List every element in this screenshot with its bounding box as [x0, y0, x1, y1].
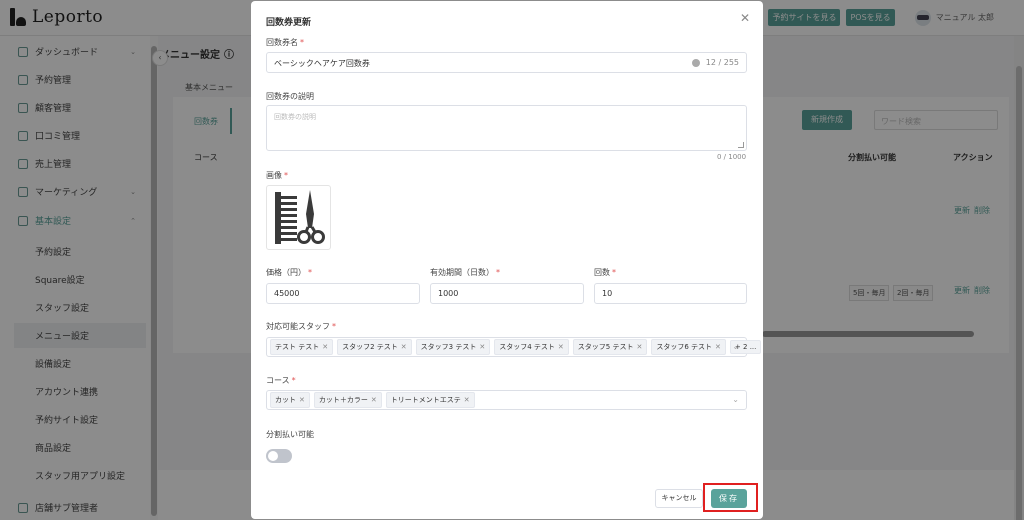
chevron-down-icon: ⌄ [732, 395, 739, 404]
image-label: 画像 * [266, 171, 288, 180]
staff-label: 対応可能スタッフ * [266, 322, 336, 331]
staff-tag: テスト テスト ✕ [270, 339, 334, 355]
tag-close-icon[interactable]: ✕ [464, 396, 470, 404]
course-tag: カット ✕ [270, 392, 310, 408]
ticket-name-input[interactable]: ベーシックヘアケア回数券 12 / 255 [266, 52, 747, 73]
count-label: 回数 * [594, 268, 616, 277]
course-multiselect[interactable]: カット ✕ カット＋カラー ✕ トリートメントエステ ✕ ⌄ [266, 390, 747, 410]
staff-multiselect[interactable]: テスト テスト ✕ スタッフ2 テスト ✕ スタッフ3 テスト ✕ スタッフ4 テスト… [266, 337, 762, 357]
dialog-title: 回数券更新 [266, 18, 312, 28]
tag-close-icon[interactable]: ✕ [322, 343, 328, 351]
staff-tag: スタッフ3 テスト ✕ [415, 339, 491, 355]
staff-tag: スタッフ6 テスト ✕ [651, 339, 726, 355]
tag-close-icon[interactable]: ✕ [371, 396, 377, 404]
staff-tag: スタッフ2 テスト ✕ [337, 339, 412, 355]
save-button[interactable]: 保存 [711, 489, 747, 508]
price-label: 価格（円） * [266, 268, 312, 277]
staff-tag: スタッフ4 テスト ✕ [494, 339, 569, 355]
course-label: コース * [266, 376, 296, 385]
description-placeholder: 回数券の説明 [274, 113, 316, 121]
installment-toggle[interactable] [266, 449, 292, 463]
clear-icon[interactable] [692, 59, 700, 67]
image-upload[interactable] [266, 185, 331, 250]
ticket-name-value: ベーシックヘアケア回数券 [274, 59, 370, 68]
tag-close-icon[interactable]: ✕ [558, 343, 564, 351]
resize-handle-icon[interactable] [738, 142, 744, 148]
description-char-counter: 0 / 1000 [717, 153, 747, 161]
installment-label: 分割払い可能 [266, 430, 314, 439]
cancel-button[interactable]: キャンセル [655, 489, 703, 508]
close-icon[interactable]: ✕ [740, 11, 750, 25]
tag-close-icon[interactable]: ✕ [299, 396, 305, 404]
ticket-update-dialog: 回数券更新 ✕ 回数券名 * ベーシックヘアケア回数券 12 / 255 回数券の… [251, 1, 763, 519]
validity-period-input[interactable]: 1000 [430, 283, 584, 304]
tag-close-icon[interactable]: ✕ [401, 343, 407, 351]
tag-close-icon[interactable]: ✕ [715, 343, 721, 351]
course-tag: トリートメントエステ ✕ [385, 392, 475, 408]
course-tag: カット＋カラー ✕ [313, 392, 382, 408]
tag-close-icon[interactable]: ✕ [479, 343, 485, 351]
price-input[interactable]: 45000 [266, 283, 420, 304]
tag-close-icon[interactable]: ✕ [636, 343, 642, 351]
description-label: 回数券の説明 [266, 92, 314, 101]
comb-scissors-icon [275, 190, 325, 244]
description-textarea[interactable]: 回数券の説明 [266, 105, 747, 151]
validity-period-label: 有効期間（日数） * [430, 268, 500, 277]
chevron-down-icon: ⌄ [732, 342, 739, 351]
staff-tag: スタッフ5 テスト ✕ [572, 339, 648, 355]
name-char-counter: 12 / 255 [705, 58, 739, 67]
count-input[interactable]: 10 [594, 283, 747, 304]
name-label: 回数券名 * [266, 38, 304, 47]
